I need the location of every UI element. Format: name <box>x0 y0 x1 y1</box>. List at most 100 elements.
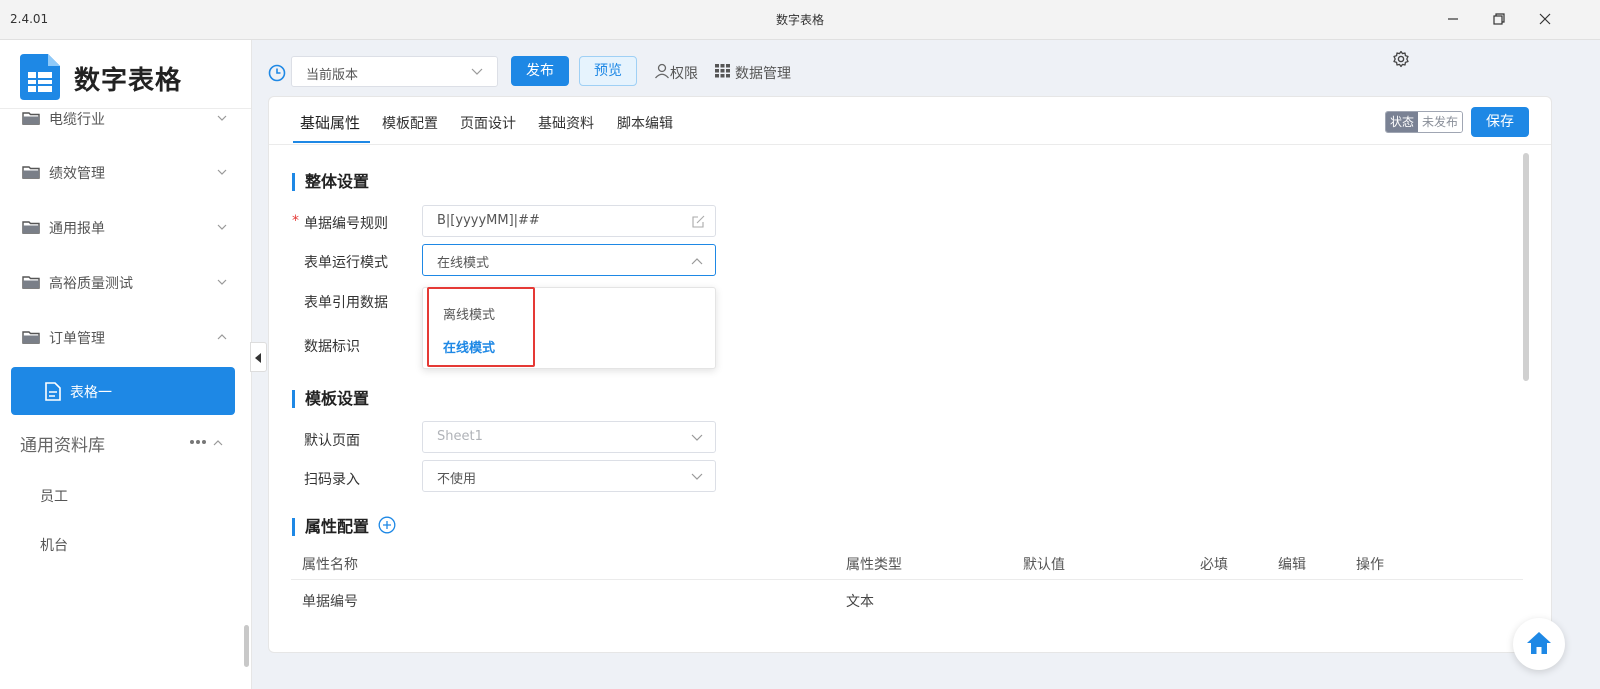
sidebar-item-label: 订单管理 <box>49 331 105 347</box>
main-scrollbar[interactable] <box>1523 153 1529 381</box>
sidebar-item-performance[interactable]: 绩效管理 <box>0 152 240 192</box>
sidebar: 数字表格 电缆行业 绩效管理 通用报单 高裕质量测试 订单管理 表格一 通用资料… <box>0 40 252 689</box>
chevron-up-icon <box>691 258 703 265</box>
sidebar-item-label: 绩效管理 <box>49 166 105 182</box>
restore-button[interactable] <box>1486 8 1512 30</box>
version-select-value: 当前版本 <box>306 68 359 83</box>
column-header-edit: 编辑 <box>1278 557 1306 573</box>
edit-icon[interactable] <box>692 215 705 228</box>
chevron-down-icon <box>217 224 227 230</box>
tab-script-edit[interactable]: 脚本编辑 <box>617 113 673 133</box>
status-key: 状态 <box>1386 112 1419 132</box>
divider <box>291 579 1523 580</box>
close-icon <box>1539 13 1551 25</box>
chevron-down-icon <box>217 279 227 285</box>
scan-input-select[interactable]: 不使用 <box>422 460 716 492</box>
sidebar-item-label: 通用报单 <box>49 221 105 237</box>
column-header-name: 属性名称 <box>302 557 358 573</box>
chevron-down-icon <box>217 169 227 175</box>
sidebar-item-label: 高裕质量测试 <box>49 276 133 292</box>
publish-button[interactable]: 发布 <box>511 56 569 86</box>
chevron-down-icon <box>691 473 703 480</box>
default-page-value: Sheet1 <box>437 429 483 444</box>
group-title-common-library[interactable]: 通用资料库 <box>20 431 105 456</box>
tab-basic-data[interactable]: 基础资料 <box>538 113 594 133</box>
main-panel: 基础属性 模板配置 页面设计 基础资料 脚本编辑 状态 未发布 保存 整体设置 … <box>268 96 1552 653</box>
section-title-properties: 属性配置 <box>292 518 369 536</box>
column-header-action: 操作 <box>1356 557 1384 573</box>
chevron-up-icon <box>217 334 227 340</box>
sidebar-nav: 电缆行业 绩效管理 通用报单 高裕质量测试 订单管理 表格一 通用资料库 员工 … <box>0 109 251 689</box>
doc-rule-label: 单据编号规则 <box>304 216 388 232</box>
section-title-template: 模板设置 <box>292 390 369 408</box>
permission-label: 权限 <box>670 66 698 82</box>
folder-icon <box>22 276 40 289</box>
run-mode-value: 在线模式 <box>437 256 490 271</box>
app-logo: 数字表格 <box>18 52 248 102</box>
chevron-up-icon[interactable] <box>213 438 223 448</box>
tab-basic-properties[interactable]: 基础属性 <box>300 112 360 133</box>
section-title-overall: 整体设置 <box>292 173 369 191</box>
chevron-down-icon <box>217 115 227 121</box>
add-circle-icon[interactable] <box>378 516 396 534</box>
required-mark: * <box>292 213 299 229</box>
run-mode-label: 表单运行模式 <box>304 255 388 271</box>
minimize-button[interactable] <box>1440 8 1466 30</box>
save-button[interactable]: 保存 <box>1471 107 1529 137</box>
sidebar-item-orders[interactable]: 订单管理 <box>0 317 240 357</box>
sidebar-scrollbar[interactable] <box>244 625 249 667</box>
user-icon <box>655 63 669 79</box>
tab-template-config[interactable]: 模板配置 <box>382 113 438 133</box>
document-icon <box>45 382 61 401</box>
table-cell-type: 文本 <box>846 594 874 610</box>
toolbar: 当前版本 发布 预览 权限 数据管理 <box>252 40 1600 96</box>
minimize-icon <box>1448 18 1458 20</box>
sidebar-item-cable[interactable]: 电缆行业 <box>0 109 240 138</box>
default-page-select[interactable]: Sheet1 <box>422 421 716 453</box>
spreadsheet-logo-icon <box>20 54 60 100</box>
sidebar-item-machine[interactable]: 机台 <box>40 535 68 555</box>
tab-page-design[interactable]: 页面设计 <box>460 113 516 133</box>
data-manage-link[interactable]: 数据管理 <box>715 63 795 83</box>
window-titlebar: 2.4.01 数字表格 <box>0 0 1600 40</box>
preview-button[interactable]: 预览 <box>579 56 637 86</box>
gear-icon[interactable] <box>1392 50 1410 68</box>
app-name: 数字表格 <box>74 66 183 96</box>
restore-icon <box>1493 13 1505 25</box>
highlight-box <box>427 287 535 367</box>
table-cell-name: 单据编号 <box>302 594 358 610</box>
history-clock-icon[interactable] <box>268 64 286 82</box>
default-page-label: 默认页面 <box>304 433 360 449</box>
column-header-required: 必填 <box>1200 557 1228 573</box>
permission-link[interactable]: 权限 <box>654 63 702 83</box>
sidebar-item-reports[interactable]: 通用报单 <box>0 207 240 247</box>
doc-rule-value: B|[yyyyMM]|## <box>437 213 540 228</box>
caret-left-icon <box>255 353 261 363</box>
collapse-sidebar-button[interactable] <box>250 342 267 372</box>
home-icon <box>1527 632 1551 654</box>
status-value: 未发布 <box>1418 112 1463 132</box>
sidebar-item-quality-test[interactable]: 高裕质量测试 <box>0 262 240 302</box>
run-mode-select[interactable]: 在线模式 <box>422 244 716 276</box>
ref-data-label: 表单引用数据 <box>304 295 388 311</box>
folder-icon <box>22 331 40 344</box>
scan-input-value: 不使用 <box>437 472 477 487</box>
folder-icon <box>22 221 40 234</box>
version-select[interactable]: 当前版本 <box>291 56 498 87</box>
more-icon[interactable] <box>188 437 208 447</box>
close-button[interactable] <box>1532 8 1558 30</box>
chevron-down-icon <box>691 434 703 441</box>
sidebar-item-label: 表格一 <box>70 385 112 401</box>
sidebar-item-table-one[interactable]: 表格一 <box>11 367 235 415</box>
active-tab-indicator <box>293 141 370 143</box>
status-badge: 状态 未发布 <box>1385 111 1464 133</box>
data-manage-label: 数据管理 <box>735 66 791 82</box>
data-flag-label: 数据标识 <box>304 339 360 355</box>
column-header-default: 默认值 <box>1023 557 1065 573</box>
folder-icon <box>22 166 40 179</box>
sidebar-item-label: 电缆行业 <box>49 112 105 128</box>
home-button[interactable] <box>1513 618 1565 670</box>
chevron-down-icon <box>471 68 483 75</box>
sidebar-item-employee[interactable]: 员工 <box>40 486 68 506</box>
doc-rule-input[interactable]: B|[yyyyMM]|## <box>422 205 716 237</box>
